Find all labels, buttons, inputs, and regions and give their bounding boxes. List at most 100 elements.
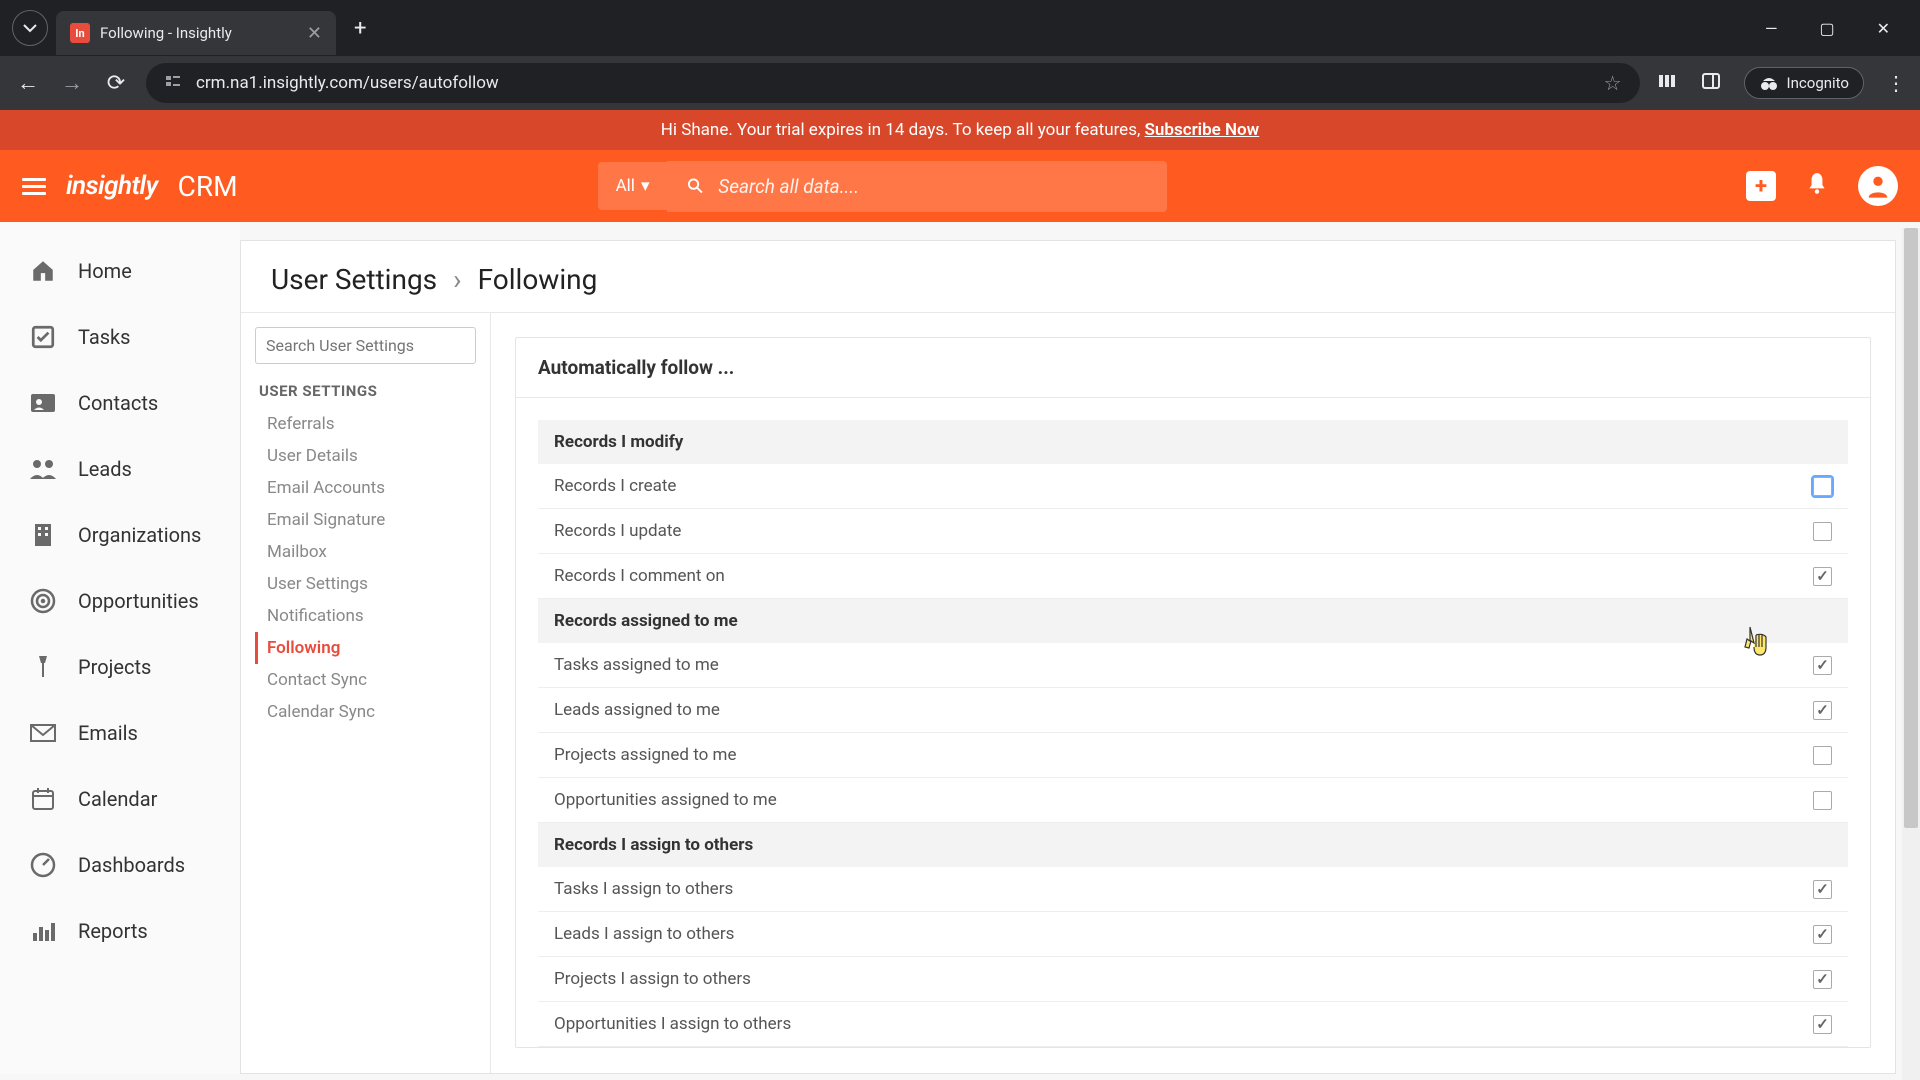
search-scope-dropdown[interactable]: All ▾: [598, 162, 668, 210]
sidebar-item-user-details[interactable]: User Details: [255, 440, 476, 472]
nav-item-label: Emails: [78, 721, 138, 745]
nav-item-organizations[interactable]: Organizations: [0, 502, 240, 568]
follow-checkbox[interactable]: [1813, 970, 1832, 989]
vertical-scrollbar[interactable]: [1902, 228, 1920, 1080]
search-input[interactable]: [718, 175, 1147, 198]
new-tab-button[interactable]: +: [344, 16, 376, 41]
nav-item-contacts[interactable]: Contacts: [0, 370, 240, 436]
opportunities-icon: [28, 586, 58, 616]
follow-option-row: Records I update: [538, 509, 1848, 554]
settings-search-input[interactable]: [266, 336, 469, 355]
follow-checkbox[interactable]: [1813, 701, 1832, 720]
leads-icon: [28, 454, 58, 484]
subscribe-now-link[interactable]: Subscribe Now: [1145, 120, 1260, 140]
nav-item-projects[interactable]: Projects: [0, 634, 240, 700]
chevron-down-icon: [23, 23, 37, 33]
user-avatar-button[interactable]: [1858, 166, 1898, 206]
browser-back-button[interactable]: ←: [14, 70, 42, 96]
sidebar-item-notifications[interactable]: Notifications: [255, 600, 476, 632]
sidebar-item-user-settings[interactable]: User Settings: [255, 568, 476, 600]
tabs-dropdown-button[interactable]: [12, 10, 48, 46]
browser-tab[interactable]: In Following - Insightly ✕: [56, 11, 336, 55]
app-logo[interactable]: insightly: [66, 171, 158, 201]
row-label: Records I create: [554, 476, 1813, 496]
menu-toggle-button[interactable]: [22, 174, 46, 199]
notifications-bell-icon[interactable]: [1804, 171, 1830, 201]
tab-close-button[interactable]: ✕: [307, 23, 322, 44]
trial-banner-text: Hi Shane. Your trial expires in 14 days.…: [661, 120, 1145, 140]
window-close-button[interactable]: ✕: [1871, 13, 1896, 44]
home-icon: [28, 256, 58, 286]
search-icon: [687, 177, 704, 195]
sidebar-item-email-accounts[interactable]: Email Accounts: [255, 472, 476, 504]
nav-item-home[interactable]: Home: [0, 238, 240, 304]
incognito-icon: [1759, 75, 1779, 91]
tab-favicon: In: [70, 23, 90, 43]
browser-address-bar: ← → ⟳ crm.na1.insightly.com/users/autofo…: [0, 56, 1920, 110]
browser-reload-button[interactable]: ⟳: [102, 71, 130, 96]
breadcrumb-root[interactable]: User Settings: [271, 263, 437, 296]
nav-item-label: Leads: [78, 457, 132, 481]
organizations-icon: [28, 520, 58, 550]
row-label: Projects I assign to others: [554, 969, 1813, 989]
follow-checkbox[interactable]: [1813, 477, 1832, 496]
sidebar-item-contact-sync[interactable]: Contact Sync: [255, 664, 476, 696]
follow-checkbox[interactable]: [1813, 925, 1832, 944]
follow-checkbox[interactable]: [1813, 522, 1832, 541]
autofollow-panel: Automatically follow ... Records I modif…: [515, 337, 1871, 1048]
product-label: CRM: [178, 170, 238, 203]
address-input[interactable]: crm.na1.insightly.com/users/autofollow ☆: [146, 63, 1640, 103]
section-heading: Records assigned to me: [538, 599, 1848, 643]
browser-menu-button[interactable]: ⋮: [1886, 71, 1906, 95]
incognito-badge[interactable]: Incognito: [1744, 67, 1864, 99]
sidebar-item-calendar-sync[interactable]: Calendar Sync: [255, 696, 476, 728]
row-label: Opportunities assigned to me: [554, 790, 1813, 810]
window-minimize-button[interactable]: —: [1759, 13, 1784, 44]
browser-forward-button: →: [58, 70, 86, 96]
add-new-button[interactable]: +: [1746, 171, 1776, 201]
row-label: Leads assigned to me: [554, 700, 1813, 720]
reports-icon: [28, 916, 58, 946]
main-navigation: HomeTasks Contacts Leads Organizations Oppor…: [0, 222, 240, 1074]
row-label: Tasks I assign to others: [554, 879, 1813, 899]
follow-checkbox[interactable]: [1813, 880, 1832, 899]
nav-item-tasks[interactable]: Tasks: [0, 304, 240, 370]
tab-title: Following - Insightly: [100, 24, 297, 42]
follow-checkbox[interactable]: [1813, 656, 1832, 675]
nav-item-label: Contacts: [78, 391, 158, 415]
scrollbar-thumb[interactable]: [1904, 228, 1918, 828]
settings-search[interactable]: [255, 327, 476, 364]
nav-item-leads[interactable]: Leads: [0, 436, 240, 502]
sidebar-item-referrals[interactable]: Referrals: [255, 408, 476, 440]
nav-item-reports[interactable]: Reports: [0, 898, 240, 964]
sidebar-item-mailbox[interactable]: Mailbox: [255, 536, 476, 568]
breadcrumb-current: Following: [478, 263, 598, 296]
sidebar-item-email-signature[interactable]: Email Signature: [255, 504, 476, 536]
follow-checkbox[interactable]: [1813, 791, 1832, 810]
follow-checkbox[interactable]: [1813, 1015, 1832, 1034]
nav-item-label: Organizations: [78, 523, 201, 547]
contacts-icon: [28, 388, 58, 418]
nav-item-emails[interactable]: Emails: [0, 700, 240, 766]
window-maximize-button[interactable]: ▢: [1813, 13, 1840, 44]
chevron-down-icon: ▾: [641, 176, 650, 196]
nav-item-calendar[interactable]: Calendar: [0, 766, 240, 832]
follow-checkbox[interactable]: [1813, 746, 1832, 765]
nav-item-dashboards[interactable]: Dashboards: [0, 832, 240, 898]
site-info-icon[interactable]: [164, 72, 182, 94]
calendar-icon: [28, 784, 58, 814]
nav-item-opportunities[interactable]: Opportunities: [0, 568, 240, 634]
sidebar-item-following[interactable]: Following: [255, 632, 476, 664]
follow-option-row: Tasks assigned to me: [538, 643, 1848, 688]
panel-title: Automatically follow ...: [516, 338, 1870, 398]
bookmark-star-icon[interactable]: ☆: [1604, 71, 1622, 95]
media-control-icon[interactable]: [1656, 70, 1678, 96]
global-search[interactable]: [667, 161, 1167, 212]
row-label: Opportunities I assign to others: [554, 1014, 1813, 1034]
side-panel-icon[interactable]: [1700, 70, 1722, 96]
breadcrumb: User Settings › Following: [241, 241, 1895, 312]
window-controls: — ▢ ✕: [1759, 13, 1908, 44]
chevron-right-icon: ›: [453, 263, 461, 296]
follow-checkbox[interactable]: [1813, 567, 1832, 586]
row-label: Records I comment on: [554, 566, 1813, 586]
